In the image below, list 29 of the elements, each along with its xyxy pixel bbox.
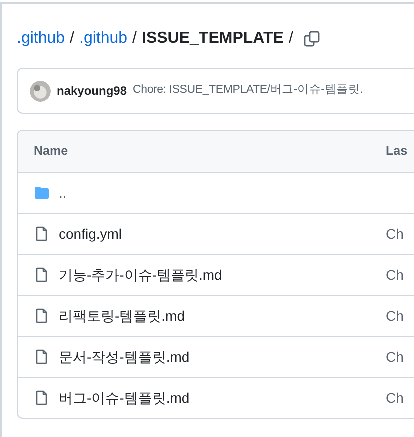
author-link[interactable]: nakyoung98 — [57, 82, 128, 100]
file-link[interactable]: 문서-작성-템플릿.md — [59, 346, 190, 368]
file-link[interactable]: config.yml — [59, 224, 122, 244]
breadcrumb-link[interactable]: .github — [17, 27, 66, 51]
breadcrumb-separator: / — [288, 29, 294, 49]
file-icon — [34, 349, 50, 365]
commit-message[interactable]: Chore: ISSUE_TEMPLATE/버그-이슈-템플릿. — [133, 82, 364, 100]
folder-icon — [34, 185, 50, 201]
file-link[interactable]: 버그-이슈-템플릿.md — [59, 388, 190, 408]
file-icon — [34, 267, 50, 283]
commit-message[interactable]: Ch — [386, 224, 404, 244]
file-link[interactable]: 기능-추가-이슈-템플릿.md — [59, 264, 222, 286]
file-icon — [34, 226, 50, 242]
parent-directory-link[interactable]: .. — [59, 182, 67, 204]
commit-message[interactable]: Ch — [386, 346, 404, 368]
avatar[interactable] — [30, 80, 51, 102]
column-header: Las — [386, 143, 408, 160]
commit-message[interactable]: Ch — [386, 306, 404, 326]
commit-message[interactable]: Ch — [386, 388, 404, 408]
breadcrumb-current: ISSUE_TEMPLATE — [142, 29, 284, 49]
copy-icon[interactable] — [304, 31, 320, 47]
file-icon — [34, 308, 50, 324]
breadcrumb-separator: / — [132, 29, 137, 49]
commit-message[interactable]: Ch — [386, 264, 404, 286]
file-link[interactable]: 리팩토링-템플릿.md — [59, 306, 185, 326]
file-icon — [34, 390, 50, 406]
breadcrumb-link[interactable]: .github — [80, 27, 128, 51]
column-header: Name — [34, 143, 70, 160]
breadcrumb-separator: / — [70, 29, 74, 49]
